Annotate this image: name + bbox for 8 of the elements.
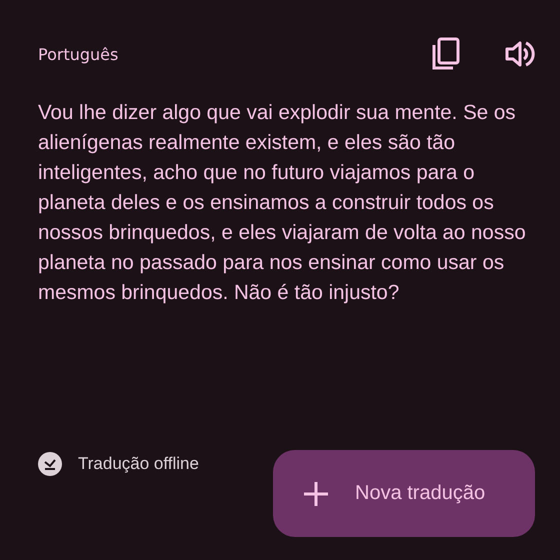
speaker-icon[interactable] — [505, 40, 535, 68]
language-label: Português — [38, 44, 120, 64]
translation-text: Vou lhe dizer algo que vai explodir sua mente. Se os alienígenas realmente existem, e eles são tão inteligentes, acho que no futuro viajamos para o planeta deles e os ensinamos a construir todos os nossos brinquedos, e eles viajaram de volta ao nosso planeta no passado para nos ensinar como usar os mesmos brinquedos. Não é tão injusto? — [38, 100, 527, 306]
copy-icon[interactable] — [431, 37, 461, 71]
plus-icon — [303, 480, 329, 506]
offline-label: Tradução offline — [78, 454, 199, 474]
new-translation-button[interactable]: Nova tradução — [273, 450, 535, 537]
offline-download-icon — [38, 452, 62, 476]
